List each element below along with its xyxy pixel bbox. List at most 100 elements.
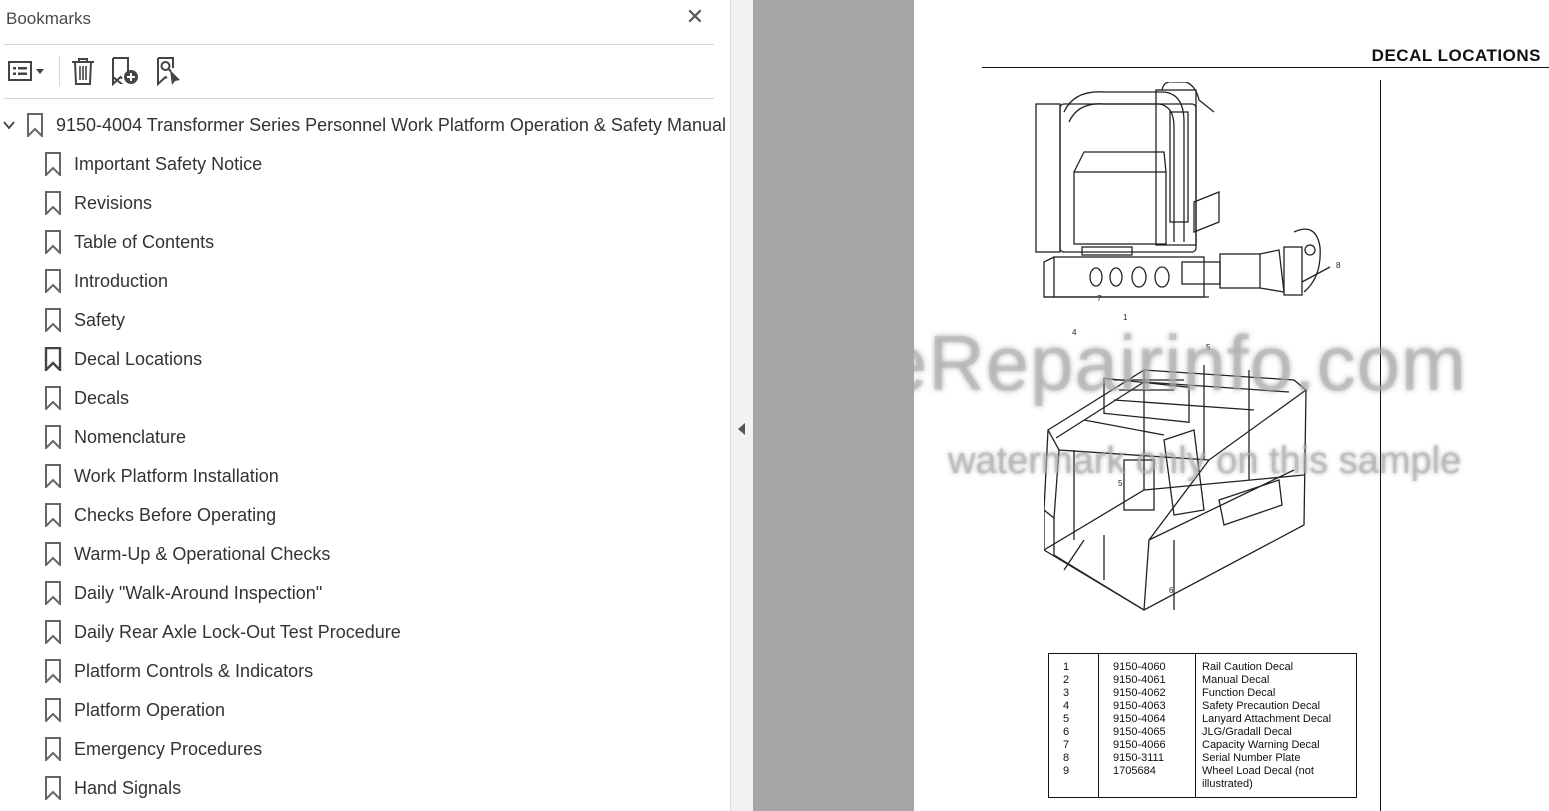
table-row: 3 9150-4062 Function Decal xyxy=(1048,687,1357,700)
bookmark-icon xyxy=(45,464,61,488)
table-row: 7 9150-4066 Capacity Warning Decal xyxy=(1048,739,1357,752)
bookmark-item[interactable]: Table of Contents xyxy=(44,223,214,261)
table-row: 5 9150-4064 Lanyard Attachment Decal xyxy=(1048,713,1357,726)
close-icon[interactable]: ✕ xyxy=(684,6,706,28)
table-cell: Wheel Load Decal (not illustrated) xyxy=(1202,765,1314,790)
bookmark-label: Warm-Up & Operational Checks xyxy=(74,543,331,564)
bookmark-item-current[interactable]: Decal Locations xyxy=(44,340,202,378)
bookmark-label: Platform Controls & Indicators xyxy=(74,660,314,681)
bookmark-icon xyxy=(45,230,61,254)
table-cell: Manual Decal xyxy=(1202,674,1270,686)
bookmark-label: Platform Operation xyxy=(74,699,226,720)
bookmark-item[interactable]: Platform Controls & Indicators xyxy=(44,652,313,690)
table-cell: 3 xyxy=(1048,687,1099,700)
table-cell: 9150-4060 xyxy=(1098,653,1196,674)
bookmark-item[interactable]: Checks Before Operating xyxy=(44,496,276,534)
bookmark-item[interactable]: Nomenclature xyxy=(44,418,186,456)
page-heading: DECAL LOCATIONS xyxy=(1371,46,1541,65)
table-cell: 2 xyxy=(1048,674,1099,687)
table-cell: 9150-4065 xyxy=(1098,726,1196,739)
bookmark-item[interactable]: Daily "Walk-Around Inspection" xyxy=(44,574,322,612)
table-cell: 9150-4062 xyxy=(1098,687,1196,700)
watermark-text: eRepairinfo.com xyxy=(914,319,1467,407)
bookmark-item[interactable]: Introduction xyxy=(44,262,168,300)
bookmark-item[interactable]: Hand Signals xyxy=(44,769,181,807)
bookmark-item[interactable]: Warm-Up & Operational Checks xyxy=(44,535,330,573)
bookmark-icon xyxy=(45,737,61,761)
bookmark-root-label: 9150-4004 Transformer Series Personnel W… xyxy=(56,114,726,135)
bookmark-icon xyxy=(45,776,61,800)
bookmark-label: Nomenclature xyxy=(74,426,187,447)
bookmark-item[interactable]: Emergency Procedures xyxy=(44,730,262,768)
document-page[interactable]: DECAL LOCATIONS 7 8 1 4 5 5 6 1 9150-406… xyxy=(914,0,1549,811)
bookmark-item[interactable]: Work Platform Installation xyxy=(44,457,279,495)
table-row: 1 9150-4060 Rail Caution Decal xyxy=(1048,653,1357,674)
table-cell: 9150-4063 xyxy=(1098,700,1196,713)
table-cell: 6 xyxy=(1048,726,1099,739)
divider xyxy=(4,98,714,99)
table-row: 4 9150-4063 Safety Precaution Decal xyxy=(1048,700,1357,713)
chevron-down-icon[interactable] xyxy=(2,118,16,132)
bookmark-item[interactable]: Platform Operation xyxy=(44,691,225,729)
bookmark-label: Revisions xyxy=(74,192,153,213)
bookmark-item[interactable]: Revisions xyxy=(44,184,152,222)
new-bookmark-icon xyxy=(112,57,138,86)
table-cell: 5 xyxy=(1048,713,1099,726)
bookmark-label: Decal Locations xyxy=(74,348,203,369)
table-row: 6 9150-4065 JLG/Gradall Decal xyxy=(1048,726,1357,739)
table-cell: Serial Number Plate xyxy=(1202,752,1301,764)
collapse-arrow-icon[interactable] xyxy=(738,423,745,435)
bookmark-icon xyxy=(45,659,61,683)
callout: 6 xyxy=(1169,586,1174,595)
table-cell: Capacity Warning Decal xyxy=(1202,739,1320,751)
bookmark-label: Important Safety Notice xyxy=(74,153,263,174)
bookmark-root[interactable]: 9150-4004 Transformer Series Personnel W… xyxy=(0,106,726,144)
bookmark-icon xyxy=(45,581,61,605)
bookmark-label: Safety xyxy=(74,309,126,330)
panel-splitter[interactable] xyxy=(730,0,754,811)
callout: 8 xyxy=(1336,261,1341,270)
bookmark-label: Daily "Walk-Around Inspection" xyxy=(74,582,323,603)
table-cell: 9 xyxy=(1048,765,1099,798)
bookmark-item[interactable]: Important Safety Notice xyxy=(44,145,262,183)
toolbar-separator xyxy=(59,56,60,86)
table-cell: 9150-4064 xyxy=(1098,713,1196,726)
table-cell: 9150-3111 xyxy=(1098,752,1196,765)
decal-table: 1 9150-4060 Rail Caution Decal 2 9150-4061 M… xyxy=(1048,653,1357,798)
bookmark-icon xyxy=(45,620,61,644)
bookmark-item[interactable]: Decals xyxy=(44,379,129,417)
panel-title: Bookmarks xyxy=(6,9,92,28)
table-cell: 9150-4066 xyxy=(1098,739,1196,752)
bookmark-item[interactable]: Daily Rear Axle Lock-Out Test Procedure xyxy=(44,613,401,651)
table-cell: 1 xyxy=(1048,653,1099,674)
table-cell: Rail Caution Decal xyxy=(1202,661,1294,673)
new-bookmark-button[interactable] xyxy=(108,55,142,87)
bookmark-icon xyxy=(45,542,61,566)
table-row: 2 9150-4061 Manual Decal xyxy=(1048,674,1357,687)
table-cell: 7 xyxy=(1048,739,1099,752)
find-bookmark-button[interactable] xyxy=(152,55,186,87)
bookmark-label: Work Platform Installation xyxy=(74,465,279,486)
table-cell: Safety Precaution Decal xyxy=(1202,700,1321,712)
bookmark-icon xyxy=(45,698,61,722)
bookmark-icon xyxy=(45,308,61,332)
bookmark-label: Decals xyxy=(74,387,130,408)
delete-bookmark-button[interactable] xyxy=(68,55,98,87)
table-cell: 1705684 xyxy=(1098,765,1196,798)
table-cell: 9150-4061 xyxy=(1098,674,1196,687)
bookmark-label: Checks Before Operating xyxy=(74,504,277,525)
bookmark-label: Introduction xyxy=(74,270,169,291)
bookmarks-panel: Bookmarks ✕ 9150-4004 Transformer Series… xyxy=(0,0,730,811)
bookmark-item[interactable]: Safety xyxy=(44,301,125,339)
table-cell: 8 xyxy=(1048,752,1099,765)
list-options-icon xyxy=(8,61,44,81)
table-cell: JLG/Gradall Decal xyxy=(1202,726,1292,738)
bookmark-icon xyxy=(45,269,61,293)
find-bookmark-icon xyxy=(157,57,180,86)
document-background xyxy=(753,0,914,811)
table-cell: Lanyard Attachment Decal xyxy=(1202,713,1332,725)
heading-rule xyxy=(982,67,1549,68)
table-cell: 4 xyxy=(1048,700,1099,713)
list-options-button[interactable] xyxy=(4,55,48,87)
bookmark-label: Emergency Procedures xyxy=(74,738,263,759)
